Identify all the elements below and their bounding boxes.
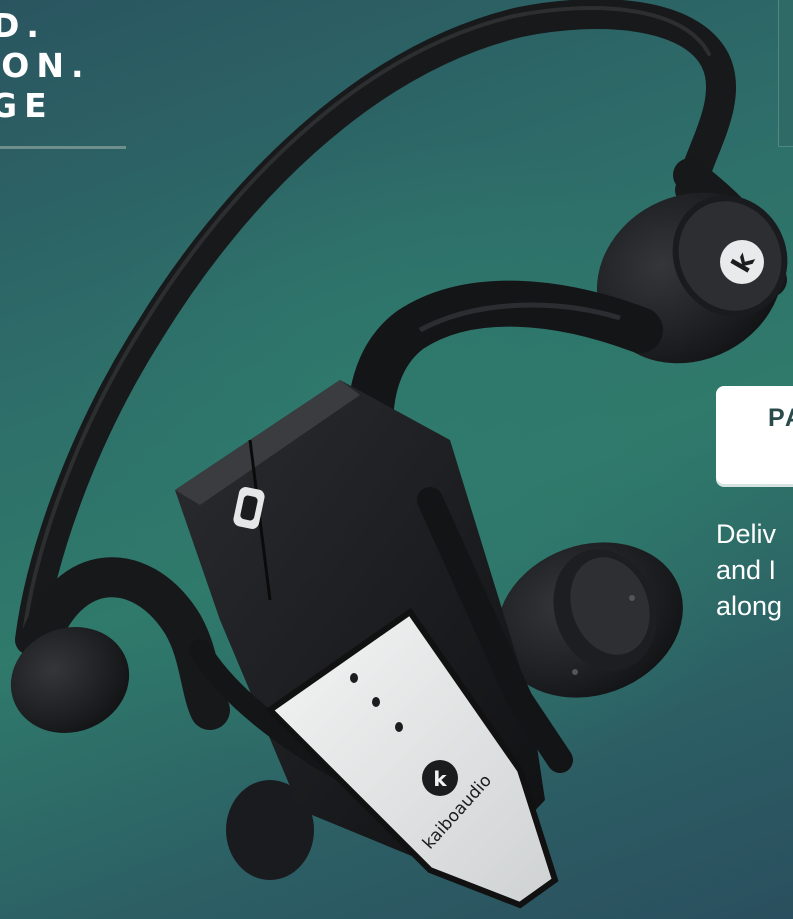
headset-product-photo: k k kaiboaudio: [10, 0, 788, 909]
kaibo-logo-icon: k: [422, 760, 458, 796]
svg-text:k: k: [433, 767, 447, 791]
right-transducer: k: [596, 158, 788, 364]
kaibo-logo-icon: k: [720, 240, 764, 284]
